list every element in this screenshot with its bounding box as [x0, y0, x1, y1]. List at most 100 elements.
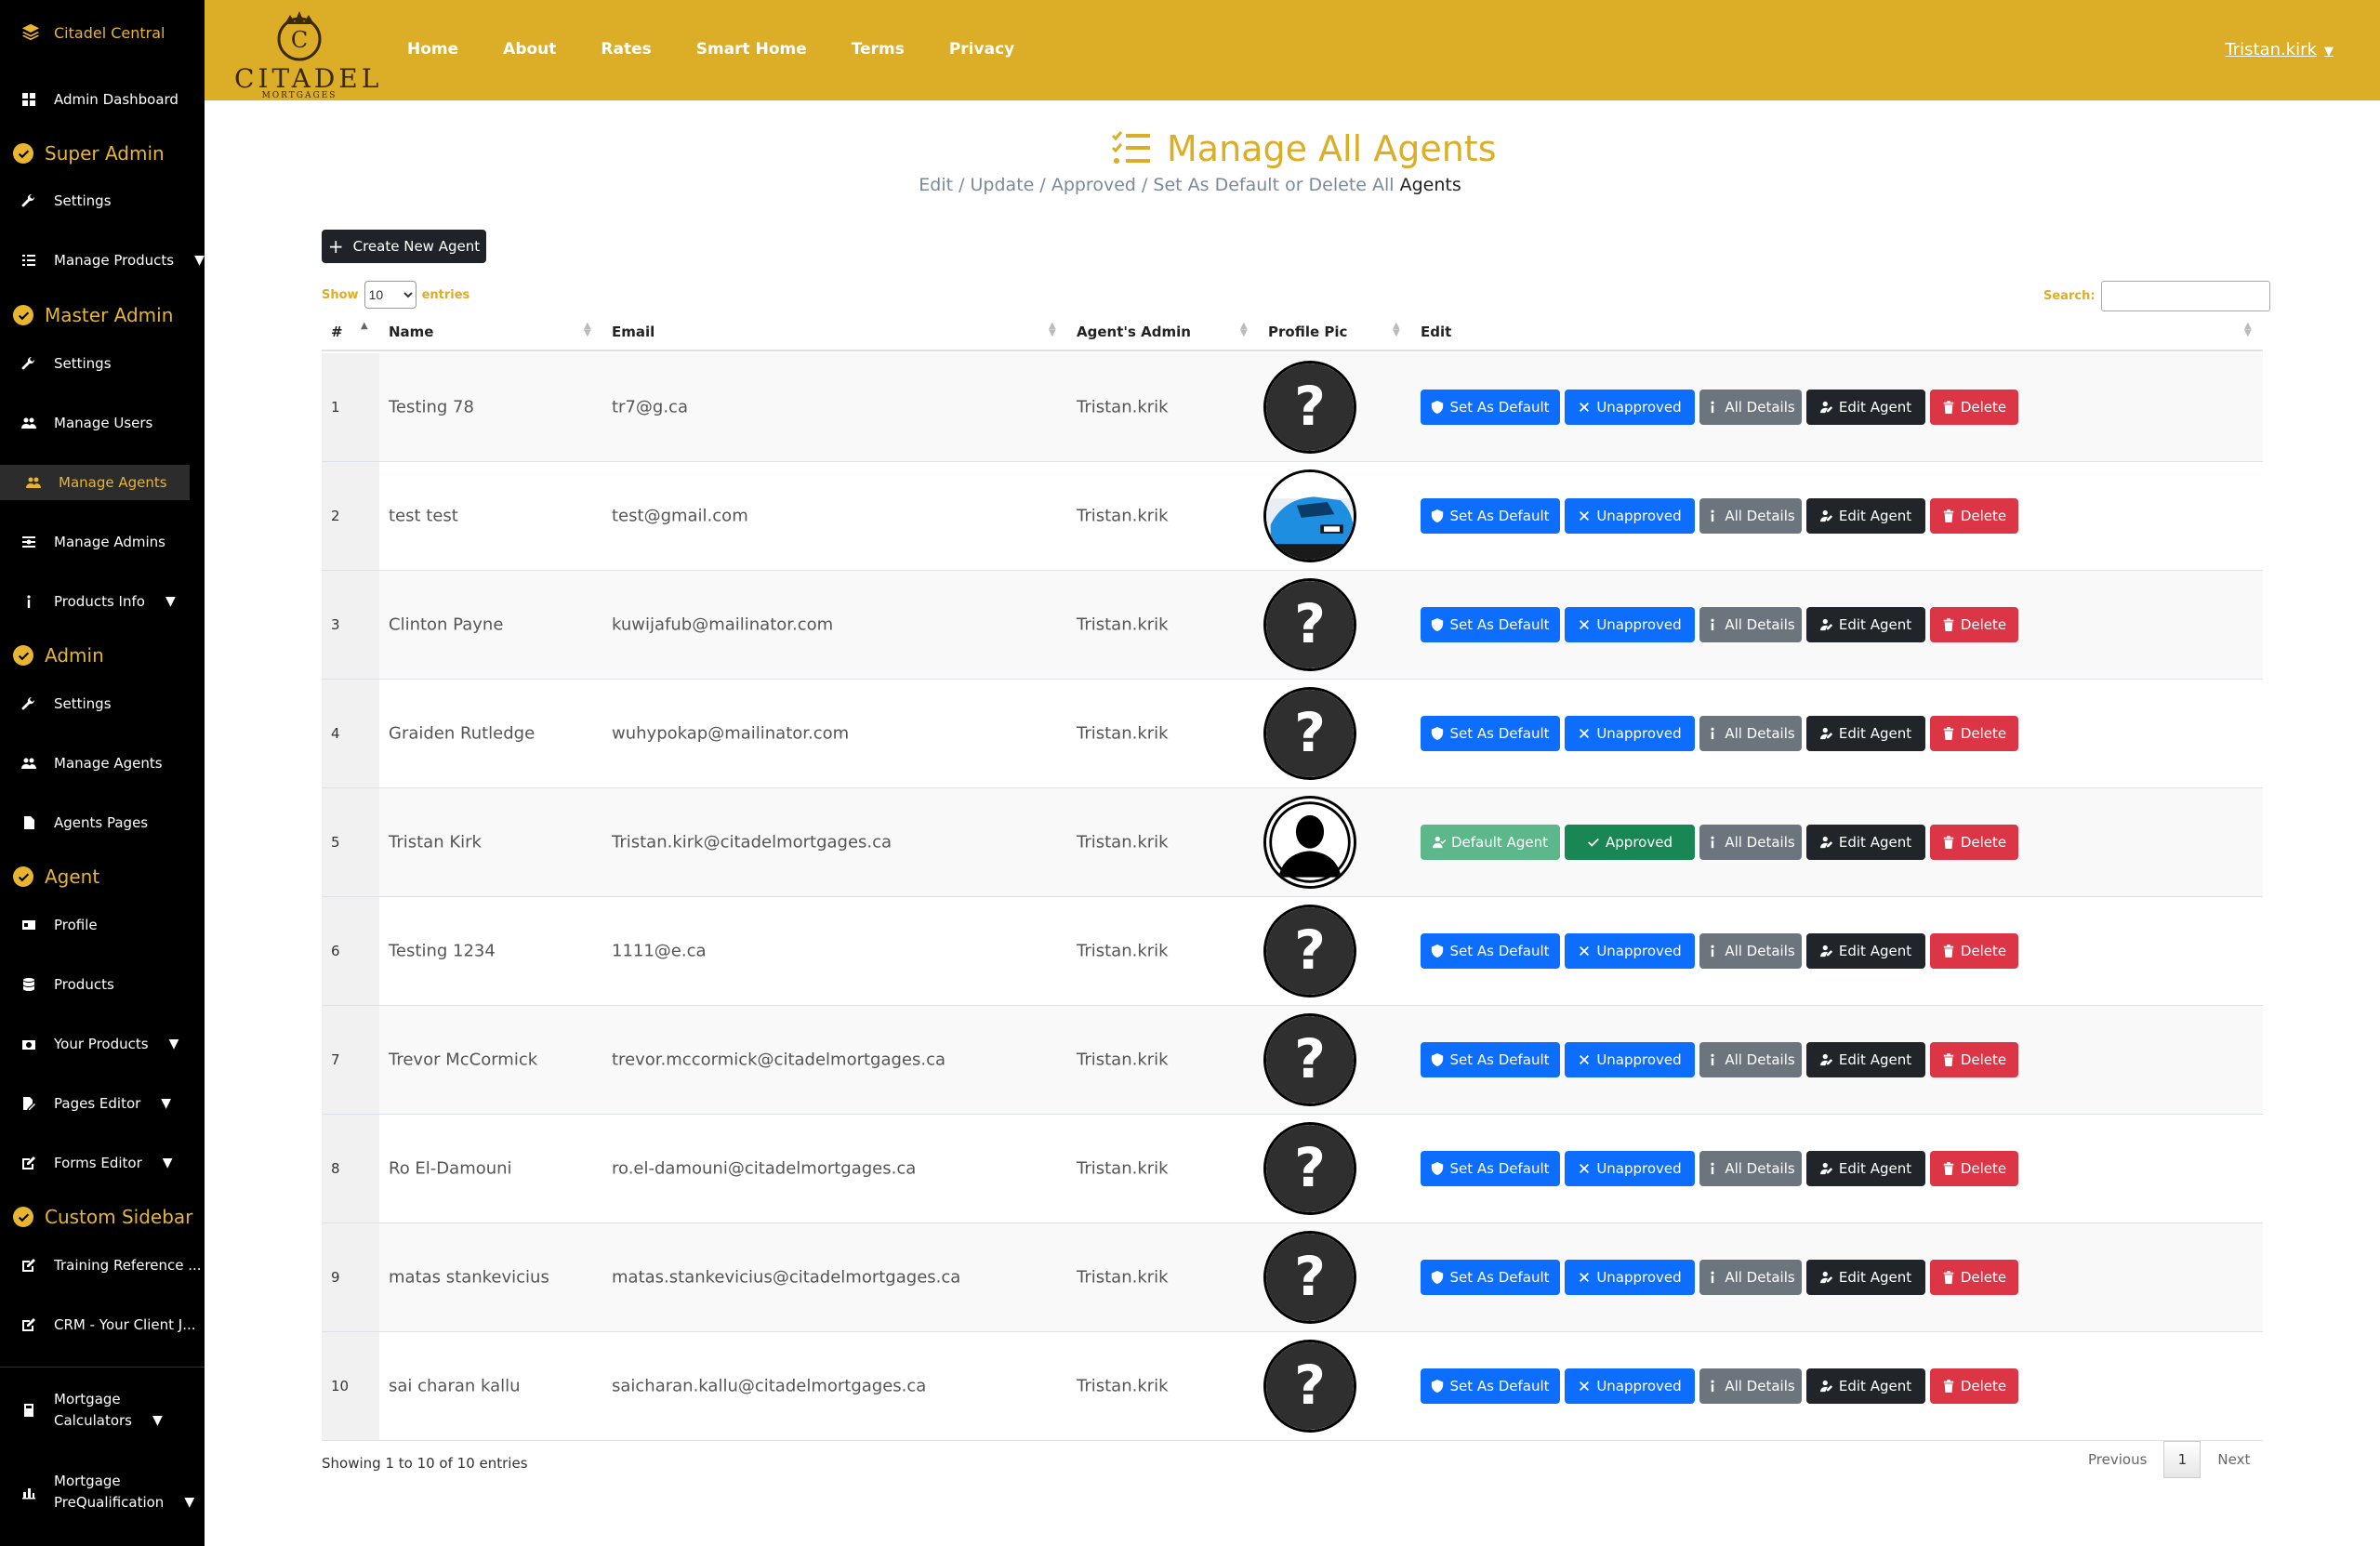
- close-icon: [1580, 1164, 1590, 1173]
- sidebar-item-mortgage-prequalification[interactable]: Mortgage PreQualification ▼: [20, 1471, 194, 1513]
- all-details-button[interactable]: All Details: [1699, 1151, 1802, 1186]
- unapproved-button[interactable]: Unapproved: [1565, 1042, 1695, 1077]
- sidebar-brand[interactable]: Citadel Central: [20, 22, 165, 43]
- col-header-name[interactable]: Name: [389, 324, 433, 340]
- set-as-default-button[interactable]: Set As Default: [1421, 1368, 1560, 1404]
- delete-button[interactable]: Delete: [1930, 716, 2018, 751]
- sidebar-item-manage-agents-admin[interactable]: Manage Agents: [20, 755, 163, 772]
- sidebar-item-manage-agents[interactable]: Manage Agents: [25, 474, 167, 491]
- sidebar-item-crm[interactable]: CRM - Your Client J...: [20, 1316, 196, 1333]
- nav-privacy[interactable]: Privacy: [949, 40, 1014, 59]
- col-header-email[interactable]: Email: [612, 324, 654, 340]
- all-details-button[interactable]: All Details: [1699, 933, 1802, 969]
- pagination-page[interactable]: 1: [2163, 1441, 2202, 1478]
- approved-button[interactable]: Approved: [1565, 825, 1695, 860]
- set-as-default-button[interactable]: Set As Default: [1421, 498, 1560, 534]
- sidebar-item-products[interactable]: Products: [20, 976, 114, 993]
- sidebar-item-settings[interactable]: Settings: [20, 695, 112, 712]
- citadel-logo[interactable]: C CITADEL MORTGAGES: [234, 6, 378, 100]
- user-menu[interactable]: Tristan.kirk ▼: [2225, 40, 2334, 59]
- unapproved-button[interactable]: Unapproved: [1565, 390, 1695, 425]
- set-as-default-button[interactable]: Set As Default: [1421, 933, 1560, 969]
- sidebar-item-agents-pages[interactable]: Agents Pages: [20, 814, 148, 831]
- sidebar-item-settings[interactable]: Settings: [20, 355, 112, 372]
- set-as-default-button[interactable]: Set As Default: [1421, 1260, 1560, 1295]
- edit-agent-button[interactable]: Edit Agent: [1806, 607, 1925, 642]
- edit-agent-button[interactable]: Edit Agent: [1806, 1042, 1925, 1077]
- agent-email: kuwijafub@mailinator.com: [612, 614, 834, 635]
- unapproved-button[interactable]: Unapproved: [1565, 1368, 1695, 1404]
- delete-button[interactable]: Delete: [1930, 607, 2018, 642]
- delete-button[interactable]: Delete: [1930, 1368, 2018, 1404]
- page-length-select[interactable]: 10: [364, 281, 416, 309]
- caret-down-icon: ▼: [161, 1096, 172, 1111]
- sidebar-item-profile[interactable]: Profile: [20, 917, 98, 933]
- sidebar-item-manage-admins[interactable]: Manage Admins: [20, 534, 165, 550]
- all-details-button[interactable]: All Details: [1699, 716, 1802, 751]
- all-details-button[interactable]: All Details: [1699, 825, 1802, 860]
- sidebar-item-manage-products[interactable]: Manage Products ▼: [20, 252, 205, 269]
- col-header-profile-pic[interactable]: Profile Pic: [1268, 324, 1347, 340]
- nav-terms[interactable]: Terms: [852, 40, 905, 59]
- delete-button[interactable]: Delete: [1930, 1151, 2018, 1186]
- delete-button[interactable]: Delete: [1930, 933, 2018, 969]
- edit-agent-button[interactable]: Edit Agent: [1806, 1368, 1925, 1404]
- nav-rates[interactable]: Rates: [601, 40, 651, 59]
- col-header-agents-admin[interactable]: Agent's Admin: [1077, 324, 1191, 340]
- all-details-button[interactable]: All Details: [1699, 1260, 1802, 1295]
- edit-agent-button[interactable]: Edit Agent: [1806, 716, 1925, 751]
- edit-agent-button[interactable]: Edit Agent: [1806, 1151, 1925, 1186]
- sidebar-item-manage-users[interactable]: Manage Users: [20, 415, 152, 431]
- unapproved-button[interactable]: Unapproved: [1565, 1151, 1695, 1186]
- unapproved-button[interactable]: Unapproved: [1565, 498, 1695, 534]
- set-as-default-button[interactable]: Set As Default: [1421, 1042, 1560, 1077]
- delete-button[interactable]: Delete: [1930, 825, 2018, 860]
- sidebar-item-pages-editor[interactable]: Pages Editor ▼: [20, 1095, 171, 1112]
- sidebar-item-forms-editor[interactable]: Forms Editor ▼: [20, 1155, 173, 1171]
- pagination-next[interactable]: Next: [2201, 1451, 2267, 1468]
- delete-button[interactable]: Delete: [1930, 1042, 2018, 1077]
- nav-smart-home[interactable]: Smart Home: [696, 40, 807, 59]
- edit-agent-button[interactable]: Edit Agent: [1806, 933, 1925, 969]
- delete-button[interactable]: Delete: [1930, 498, 2018, 534]
- default-agent-button[interactable]: Default Agent: [1421, 825, 1560, 860]
- all-details-button[interactable]: All Details: [1699, 607, 1802, 642]
- unapproved-button[interactable]: Unapproved: [1565, 1260, 1695, 1295]
- col-header-number[interactable]: #: [331, 324, 343, 340]
- sidebar-item-products-info[interactable]: Products Info ▼: [20, 593, 176, 610]
- col-header-edit[interactable]: Edit: [1421, 324, 1451, 340]
- all-details-button[interactable]: All Details: [1699, 390, 1802, 425]
- sidebar-divider: [0, 1367, 205, 1368]
- all-details-button[interactable]: All Details: [1699, 498, 1802, 534]
- question-mark-icon: ?: [1263, 578, 1356, 671]
- unapproved-button[interactable]: Unapproved: [1565, 607, 1695, 642]
- nav-about[interactable]: About: [503, 40, 556, 59]
- search-input[interactable]: [2100, 281, 2270, 311]
- delete-button[interactable]: Delete: [1930, 390, 2018, 425]
- agent-name: Trevor McCormick: [389, 1050, 538, 1070]
- svg-text:?: ?: [1294, 1245, 1326, 1308]
- set-as-default-button[interactable]: Set As Default: [1421, 390, 1560, 425]
- edit-agent-button[interactable]: Edit Agent: [1806, 498, 1925, 534]
- set-as-default-button[interactable]: Set As Default: [1421, 1151, 1560, 1186]
- sidebar-item-admin-dashboard[interactable]: Admin Dashboard: [20, 91, 178, 108]
- all-details-button[interactable]: All Details: [1699, 1368, 1802, 1404]
- sidebar-item-training-reference[interactable]: Training Reference ...: [20, 1257, 202, 1274]
- set-as-default-button[interactable]: Set As Default: [1421, 716, 1560, 751]
- nav-home[interactable]: Home: [407, 40, 458, 59]
- edit-agent-button[interactable]: Edit Agent: [1806, 1260, 1925, 1295]
- pagination-previous[interactable]: Previous: [2071, 1451, 2163, 1468]
- sidebar-item-your-products[interactable]: Your Products ▼: [20, 1036, 178, 1052]
- all-details-button[interactable]: All Details: [1699, 1042, 1802, 1077]
- sidebar-item-label: Manage Products: [54, 252, 175, 269]
- unapproved-button[interactable]: Unapproved: [1565, 933, 1695, 969]
- delete-button[interactable]: Delete: [1930, 1260, 2018, 1295]
- button-label: Set As Default: [1449, 1269, 1550, 1286]
- edit-agent-button[interactable]: Edit Agent: [1806, 390, 1925, 425]
- edit-agent-button[interactable]: Edit Agent: [1806, 825, 1925, 860]
- create-new-agent-button[interactable]: + Create New Agent: [322, 230, 486, 263]
- unapproved-button[interactable]: Unapproved: [1565, 716, 1695, 751]
- button-label: Unapproved: [1596, 508, 1682, 524]
- sidebar-item-mortgage-calculators[interactable]: Mortgage Calculators ▼: [20, 1389, 163, 1432]
- set-as-default-button[interactable]: Set As Default: [1421, 607, 1560, 642]
